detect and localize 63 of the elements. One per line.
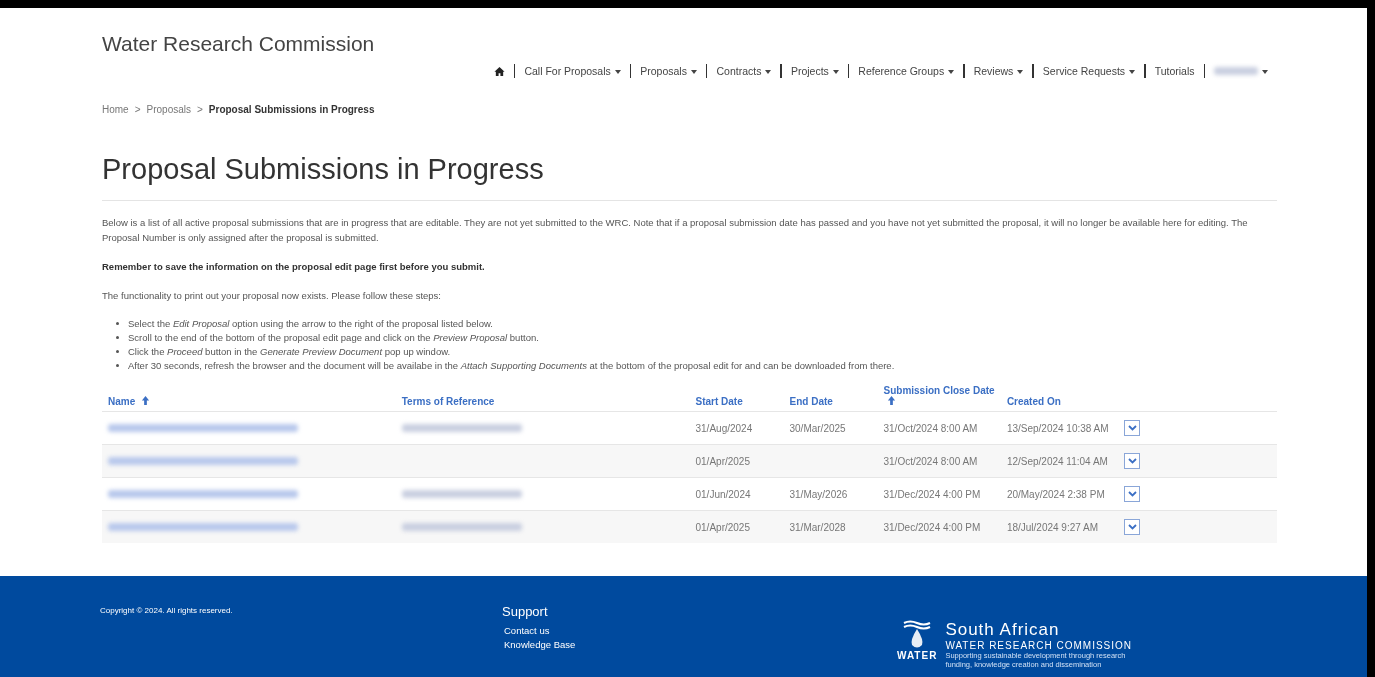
caret-icon xyxy=(765,70,772,75)
table-cell: 31/Mar/2028 xyxy=(783,510,878,543)
chevron-down-icon xyxy=(1127,458,1137,464)
nav-link[interactable]: Service Requests xyxy=(1033,65,1145,77)
chevron-down-icon xyxy=(1127,491,1137,497)
row-menu-button[interactable] xyxy=(1124,420,1141,436)
row-menu-button[interactable] xyxy=(1124,519,1141,535)
breadcrumb-link[interactable]: Proposals xyxy=(146,104,191,115)
caret-icon xyxy=(948,70,955,75)
bullet-icon xyxy=(116,364,119,367)
copyright-text: Copyright © 2024. All rights reserved. xyxy=(100,606,234,617)
nav-link[interactable]: Proposals xyxy=(631,65,706,77)
breadcrumb-link[interactable]: Home xyxy=(102,104,129,115)
table-cell: 01/Apr/2025 xyxy=(689,444,784,478)
nav-link[interactable]: Contracts xyxy=(707,65,781,77)
column-header[interactable]: End Date xyxy=(789,396,833,407)
step-item: After 30 seconds, refresh the browser and the document will be availabe in the Attach Supporting Documents at the bottom of the proposal edit for and can be downloaded from there. xyxy=(128,359,895,373)
caret-icon xyxy=(1129,70,1136,75)
intro-text: Below is a list of all active proposal submissions that are in progress that are editable. They are not yet submitted to the WRC. Note that if a proposal submission date has passed and you have not yet submitted the proposal, it will no longer be available here for editing. The Proposal Number is only assigned after the proposal is submitted. xyxy=(102,216,1249,245)
bullet-icon xyxy=(116,322,119,325)
logo-word: WATER xyxy=(897,650,938,661)
step-item: Scroll to the end of the bottom of the proposal edit page and click on the Preview Proposal button. xyxy=(128,331,539,345)
support-heading: Support xyxy=(502,604,549,619)
column-header[interactable]: Start Date xyxy=(695,396,743,407)
caret-icon xyxy=(1017,70,1024,75)
footer-link[interactable]: Knowledge Base xyxy=(504,639,576,650)
footer-link[interactable]: Contact us xyxy=(504,625,550,636)
column-header[interactable]: Created On xyxy=(1006,396,1061,407)
page-title: Proposal Submissions in Progress xyxy=(102,153,545,186)
table-cell: 12/Sep/2024 11:04 AM xyxy=(1000,444,1119,478)
nav-link[interactable]: Reference Groups xyxy=(849,65,964,77)
chevron-down-icon xyxy=(1127,425,1137,431)
home-icon[interactable] xyxy=(493,65,505,77)
nav-link[interactable]: Tutorials xyxy=(1145,65,1204,77)
column-header[interactable]: Terms of Reference xyxy=(401,396,495,407)
bullet-icon xyxy=(116,350,119,353)
table-cell: 31/Oct/2024 8:00 AM xyxy=(877,444,1001,478)
logo-title: South African xyxy=(945,620,1061,640)
nav-link[interactable]: Projects xyxy=(781,65,848,77)
reminder-text: Remember to save the information on the proposal edit page first before you submit. xyxy=(102,260,486,274)
water-drop-icon xyxy=(902,620,933,650)
column-header[interactable]: Name xyxy=(108,396,139,407)
logo-subtitle: WATER RESEARCH COMMISSION xyxy=(945,640,1133,651)
chevron-down-icon xyxy=(1127,524,1137,530)
site-title[interactable]: Water Research Commission xyxy=(102,32,1277,56)
nav-link[interactable]: Call For Proposals xyxy=(515,65,630,77)
breadcrumb-separator: > xyxy=(197,104,203,115)
step-item: Select the Edit Proposal option using the arrow to the right of the proposal listed below. xyxy=(128,317,493,331)
caret-icon xyxy=(832,70,839,75)
table-cell: 31/Dec/2024 4:00 PM xyxy=(877,510,1001,543)
step-item: Click the Proceed button in the Generate Preview Document pop up window. xyxy=(128,345,451,359)
column-header[interactable]: Submission Close Date xyxy=(883,385,995,396)
row-menu-button[interactable] xyxy=(1124,486,1141,502)
caret-icon xyxy=(1262,70,1268,75)
caret-icon xyxy=(614,70,621,75)
caret-icon xyxy=(690,70,697,75)
steps-intro: The functionality to print out your proposal now exists. Please follow these steps: xyxy=(102,289,442,303)
breadcrumb-separator: > xyxy=(134,104,141,115)
row-menu-button[interactable] xyxy=(1124,453,1141,469)
bullet-icon xyxy=(116,336,119,339)
table-cell: 18/Jul/2024 9:27 AM xyxy=(1000,510,1119,543)
table-cell: 01/Apr/2025 xyxy=(689,510,784,543)
nav-link[interactable]: Reviews xyxy=(964,65,1033,77)
